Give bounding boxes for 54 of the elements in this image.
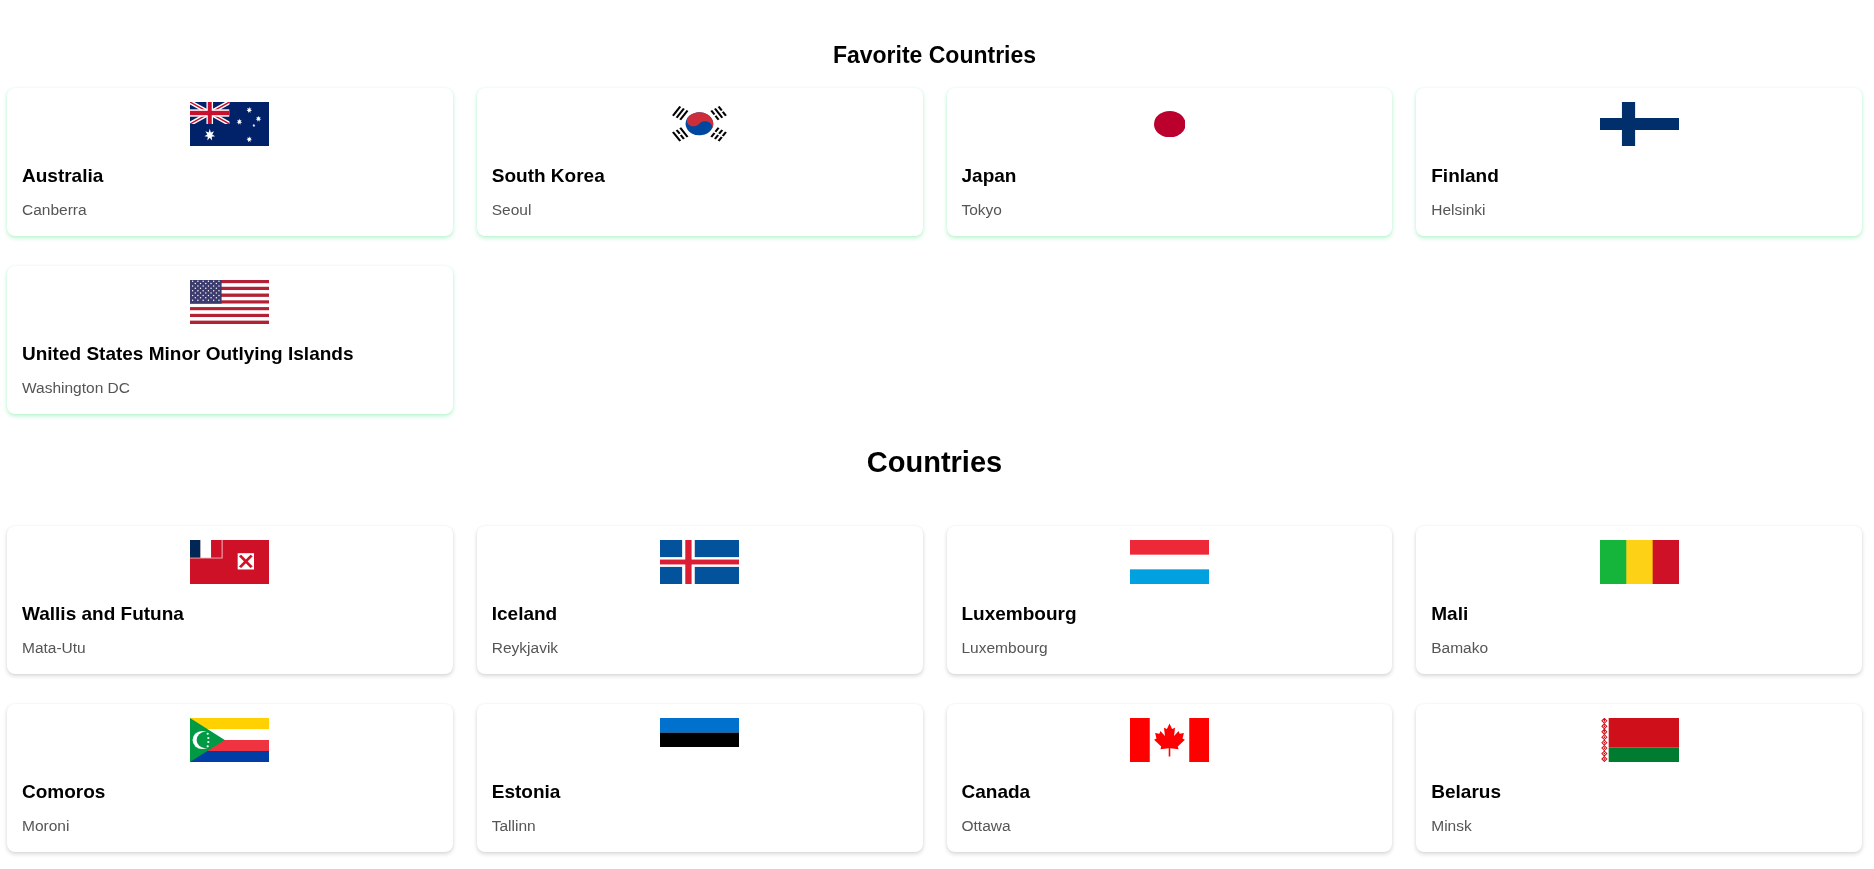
flag-icon xyxy=(672,106,728,142)
capital-name: Reykjavik xyxy=(491,638,560,658)
country-name: United States Minor Outlying Islands xyxy=(22,342,355,366)
capital-name: Mata-Utu xyxy=(22,638,87,658)
capital-name: Tallinn xyxy=(491,816,537,836)
flag-icon xyxy=(1129,540,1209,584)
capital-name: Seoul xyxy=(491,200,533,220)
capital-name: Minsk xyxy=(1431,816,1473,836)
country-name: Estonia xyxy=(491,780,562,804)
country-card[interactable]: Japan Tokyo xyxy=(946,88,1393,236)
flag-icon xyxy=(1129,718,1209,762)
country-name: Australia xyxy=(22,164,105,188)
flag-icon xyxy=(1599,102,1679,146)
country-card[interactable]: Luxembourg Luxembourg xyxy=(946,526,1393,674)
country-name: South Korea xyxy=(491,164,606,188)
flag-icon xyxy=(190,280,270,324)
country-card[interactable]: Wallis and Futuna Mata-Utu xyxy=(7,526,453,674)
flag-icon xyxy=(190,540,270,584)
section-title: Favorite Countries xyxy=(831,41,1038,69)
country-card[interactable]: Iceland Reykjavik xyxy=(476,526,923,674)
country-card[interactable]: South Korea Seoul xyxy=(476,88,923,236)
country-card[interactable]: Australia Canberra xyxy=(7,88,453,236)
country-card[interactable]: Canada Ottawa xyxy=(946,704,1393,852)
country-name: Wallis and Futuna xyxy=(22,602,185,626)
capital-name: Tokyo xyxy=(961,200,1003,220)
country-name: Japan xyxy=(961,164,1018,188)
country-name: Luxembourg xyxy=(961,602,1078,626)
country-card[interactable]: Comoros Moroni xyxy=(7,704,453,852)
section-title: Countries xyxy=(865,445,1004,479)
capital-name: Bamako xyxy=(1431,638,1490,658)
country-card[interactable]: Estonia Tallinn xyxy=(476,704,923,852)
flag-icon xyxy=(1153,110,1186,138)
capital-name: Luxembourg xyxy=(961,638,1049,658)
capital-name: Washington DC xyxy=(22,378,131,398)
capital-name: Helsinki xyxy=(1431,200,1487,220)
country-name: Comoros xyxy=(22,780,107,804)
flag-icon xyxy=(660,540,740,584)
country-name: Mali xyxy=(1431,602,1470,626)
country-name: Finland xyxy=(1431,164,1500,188)
country-card[interactable]: Belarus Minsk xyxy=(1416,704,1862,852)
flag-icon xyxy=(1599,540,1679,584)
flag-icon xyxy=(190,102,270,146)
country-name: Belarus xyxy=(1431,780,1502,804)
capital-name: Moroni xyxy=(22,816,71,836)
country-card[interactable]: Finland Helsinki xyxy=(1416,88,1862,236)
country-card[interactable]: Mali Bamako xyxy=(1416,526,1862,674)
capital-name: Canberra xyxy=(22,200,88,220)
country-name: Iceland xyxy=(491,602,559,626)
country-name: Canada xyxy=(961,780,1032,804)
flag-icon xyxy=(190,718,270,762)
flag-icon xyxy=(1599,718,1679,762)
capital-name: Ottawa xyxy=(961,816,1012,836)
flag-icon xyxy=(660,718,740,748)
country-card[interactable]: United States Minor Outlying Islands Washington DC xyxy=(7,266,453,414)
